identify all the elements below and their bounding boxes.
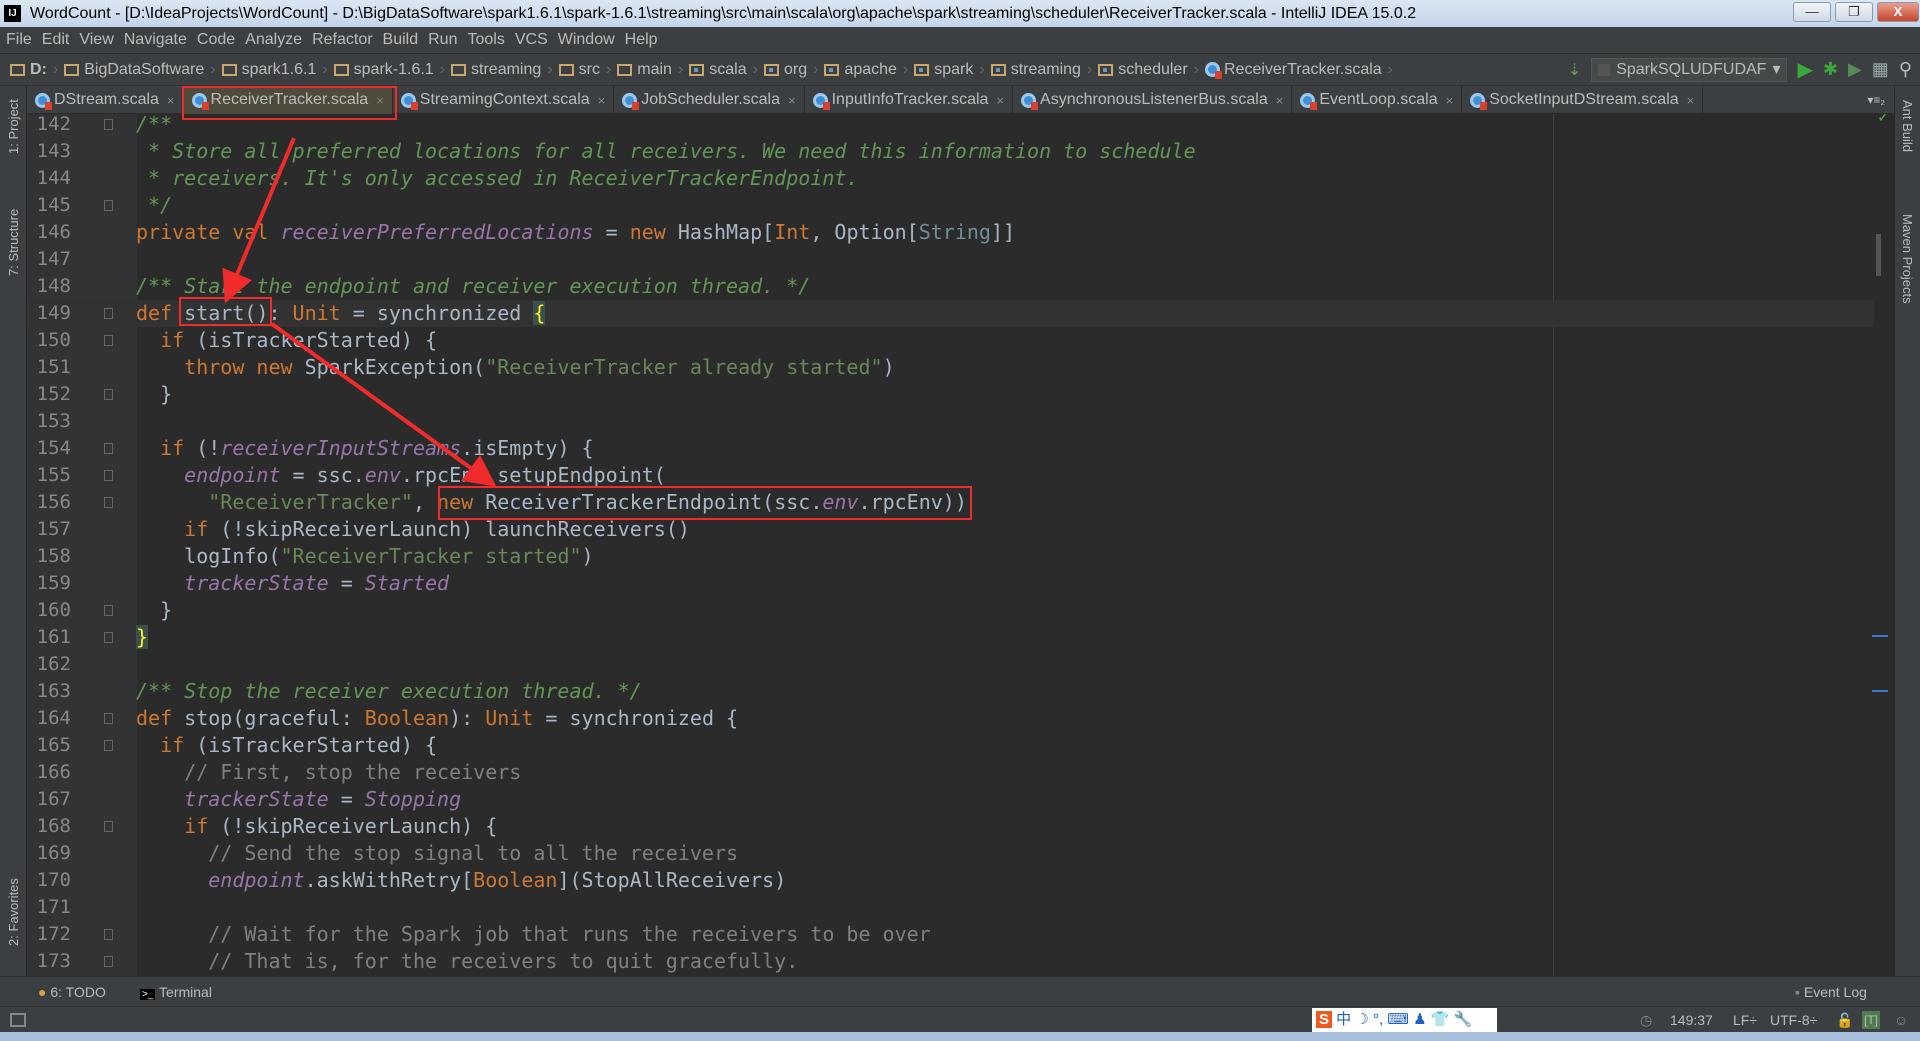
line-separator[interactable]: LF÷ xyxy=(1733,1007,1757,1033)
arrow-tab-to-start xyxy=(222,137,296,304)
tool-windows-toggle-icon[interactable] xyxy=(10,1013,26,1027)
status-bar: S 中 ☽ °, ⌨ ♟ 👕 🔧 ◷ 149:37 LF÷ UTF-8÷ 🔓 [… xyxy=(0,1006,1920,1032)
caret-position[interactable]: 149:37 xyxy=(1670,1007,1713,1033)
todo-icon: ● xyxy=(38,984,47,1000)
bottom-tool-bar: ● 6: TODO >_ Terminal ▪ Event Log xyxy=(0,976,1920,1006)
sogou-icon: S xyxy=(1316,1011,1333,1028)
lock-icon[interactable]: 🔓 xyxy=(1836,1007,1853,1033)
terminal-icon: >_ xyxy=(140,989,156,1000)
windows-taskbar xyxy=(0,1032,1920,1041)
todo-tool-button[interactable]: ● 6: TODO xyxy=(38,977,106,1007)
clock-icon: ◷ xyxy=(1640,1012,1653,1028)
insert-mode-icon[interactable]: [T] xyxy=(1862,1011,1880,1029)
annotation-arrows xyxy=(222,137,497,487)
todo-label: 6: TODO xyxy=(50,984,106,1000)
hector-icon[interactable]: ☺ xyxy=(1894,1007,1908,1033)
event-log-label: Event Log xyxy=(1803,984,1867,1000)
terminal-label: Terminal xyxy=(159,984,212,1000)
event-log-icon: ▪ xyxy=(1795,984,1800,1000)
event-log-button[interactable]: ▪ Event Log xyxy=(1795,977,1867,1007)
ime-toolbar[interactable]: S 中 ☽ °, ⌨ ♟ 👕 🔧 xyxy=(1312,1008,1497,1032)
file-encoding[interactable]: UTF-8÷ xyxy=(1770,1007,1817,1033)
arrow-start-to-endpoint xyxy=(270,322,497,487)
